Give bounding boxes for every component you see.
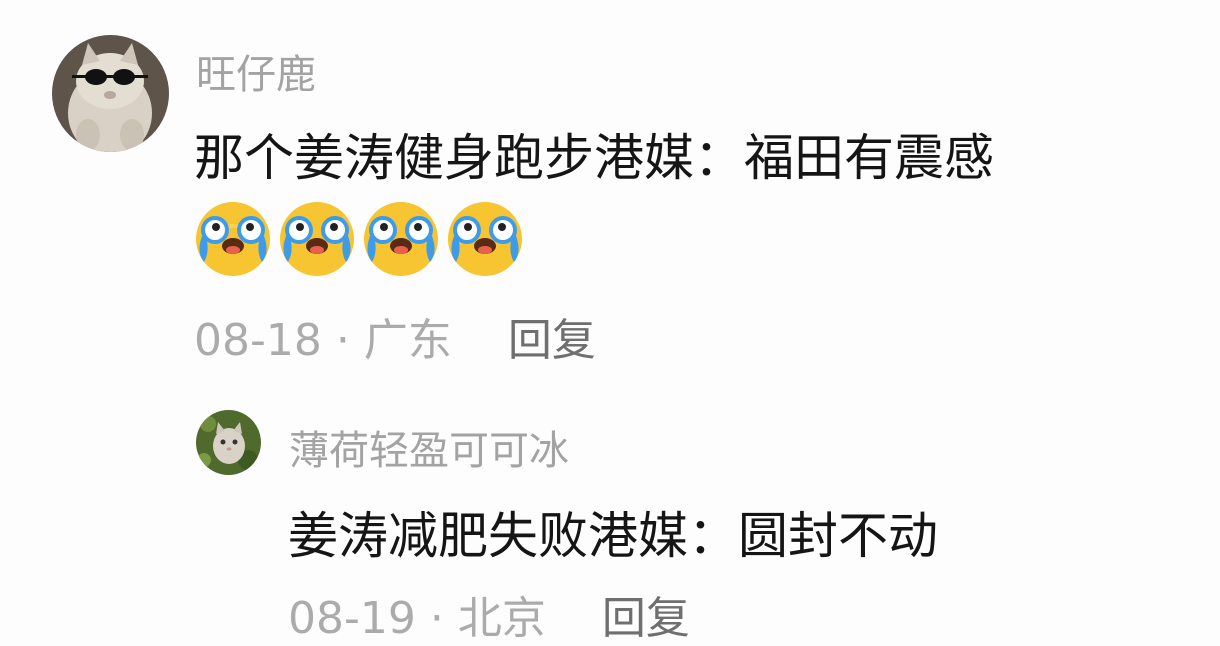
avatar[interactable] <box>196 410 261 475</box>
crying-laughing-emoji-icon <box>278 200 356 278</box>
cat-with-sunglasses-avatar-icon <box>52 35 169 152</box>
comment-location: 广东 <box>363 315 452 366</box>
comment-meta: 08-19 · 北京 回复 <box>288 582 690 646</box>
reply-button[interactable]: 回复 <box>508 304 596 368</box>
crying-laughing-emoji-icon <box>194 200 272 278</box>
comment-date: 08-19 <box>288 593 416 644</box>
reply-button[interactable]: 回复 <box>602 582 690 646</box>
comment-location: 北京 <box>457 593 546 644</box>
comment-date: 08-18 <box>194 315 322 366</box>
emoji-row <box>194 200 524 278</box>
cat-in-grass-avatar-icon <box>196 410 261 475</box>
username[interactable]: 薄荷轻盈可可冰 <box>289 418 569 476</box>
username[interactable]: 旺仔鹿 <box>196 42 316 100</box>
meta-separator: · <box>335 315 350 366</box>
avatar[interactable] <box>52 35 169 152</box>
crying-laughing-emoji-icon <box>446 200 524 278</box>
meta-separator: · <box>429 593 444 644</box>
comment-meta: 08-18 · 广东 回复 <box>194 304 596 368</box>
comment-text: 那个姜涛健身跑步港媒：福田有震感 <box>194 129 994 187</box>
comment-text: 姜涛减肥失败港媒：圆封不动 <box>288 507 938 565</box>
crying-laughing-emoji-icon <box>362 200 440 278</box>
